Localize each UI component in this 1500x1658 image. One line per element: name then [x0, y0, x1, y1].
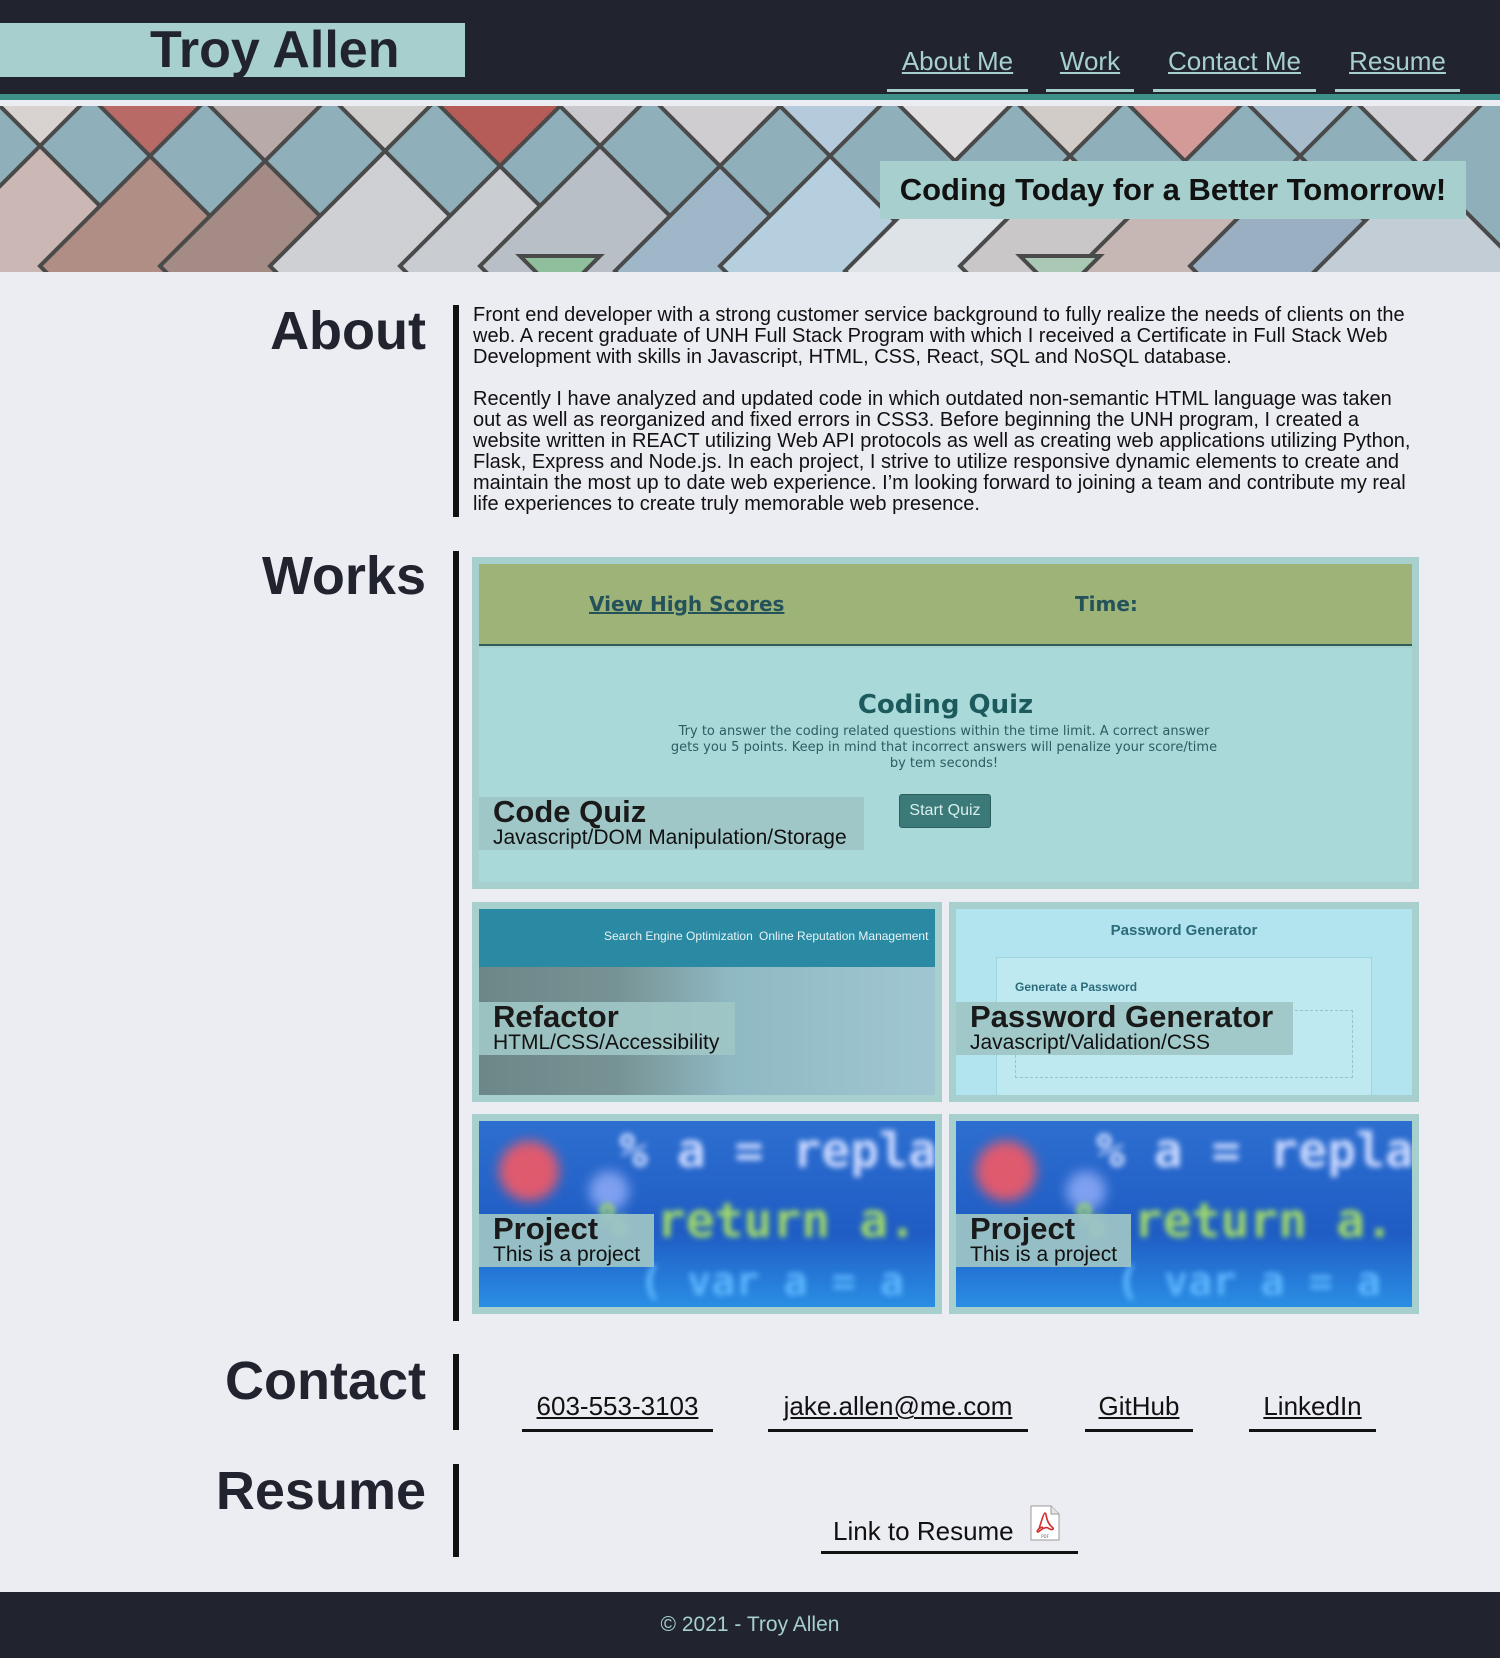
work-card-project-2[interactable]: % a = replace % return a. ( var a = a Pr…: [949, 1114, 1419, 1314]
contact-linkedin-link[interactable]: LinkedIn: [1249, 1388, 1376, 1424]
work-card-label: Code Quiz Javascript/DOM Manipulation/St…: [479, 794, 864, 850]
work-card-label: Project This is a project: [479, 1211, 654, 1267]
nav-about[interactable]: About Me: [887, 42, 1028, 92]
password-preview-box-label: Generate a Password: [1015, 980, 1138, 994]
work-card-password-generator[interactable]: Password Generator Generate a Password P…: [949, 902, 1419, 1102]
contact-github-link[interactable]: GitHub: [1085, 1388, 1193, 1424]
nav-work-link[interactable]: Work: [1046, 42, 1134, 80]
code-image-text: % a = replace: [619, 1123, 935, 1179]
work-card-title: Refactor: [493, 999, 619, 1034]
resume-link[interactable]: Link to Resume PDF: [821, 1502, 1078, 1554]
code-image-text: ( var a = a: [1116, 1259, 1381, 1305]
work-card-label: Password Generator Javascript/Validation…: [956, 999, 1293, 1055]
quiz-preview-high-scores: View High Scores: [589, 592, 785, 616]
refactor-preview-nav: Search Engine Optimization Online Reputa…: [479, 909, 935, 967]
work-card-subtitle: HTML/CSS/Accessibility: [493, 1031, 720, 1054]
code-image-blob: [976, 1141, 1036, 1201]
work-card-subtitle: This is a project: [970, 1243, 1118, 1266]
contact-email-link[interactable]: jake.allen@me.com: [768, 1388, 1028, 1424]
work-card-refactor[interactable]: Search Engine Optimization Online Reputa…: [472, 902, 942, 1102]
project-preview: % a = replace % return a. ( var a = a Pr…: [956, 1121, 1412, 1307]
resume-link-text[interactable]: Link to Resume: [833, 1516, 1014, 1546]
work-card-code-quiz[interactable]: View High Scores Time: Coding Quiz Try t…: [472, 557, 1419, 889]
work-card-title: Code Quiz: [493, 794, 647, 829]
nav-about-link[interactable]: About Me: [887, 42, 1028, 80]
works-heading: Works: [261, 546, 426, 606]
contact-phone[interactable]: 603-553-3103: [522, 1388, 713, 1432]
refactor-preview-nav-item: Online Reputation Management: [759, 929, 929, 943]
code-image-text: ( var a = a: [639, 1259, 904, 1305]
tagline-box: Coding Today for a Better Tomorrow!: [880, 161, 1466, 219]
work-card-subtitle: Javascript/DOM Manipulation/Storage: [493, 826, 847, 849]
code-image-blob: [499, 1141, 559, 1201]
nav-resume-link[interactable]: Resume: [1335, 42, 1460, 80]
contact-email[interactable]: jake.allen@me.com: [768, 1388, 1028, 1432]
work-card-subtitle: Javascript/Validation/CSS: [970, 1031, 1211, 1054]
work-card-label: Project This is a project: [956, 1211, 1131, 1267]
contact-phone-link[interactable]: 603-553-3103: [522, 1388, 713, 1424]
work-card-title: Project: [493, 1211, 599, 1246]
nav-work[interactable]: Work: [1046, 42, 1134, 92]
contact-github[interactable]: GitHub: [1085, 1388, 1193, 1432]
work-card-subtitle: This is a project: [493, 1243, 641, 1266]
hero-banner: Coding Today for a Better Tomorrow!: [0, 106, 1500, 272]
tagline: Coding Today for a Better Tomorrow!: [899, 172, 1447, 207]
nav-resume[interactable]: Resume: [1335, 42, 1460, 92]
project-preview: % a = replace % return a. ( var a = a Pr…: [479, 1121, 935, 1307]
site-footer: © 2021 - Troy Allen: [0, 1592, 1500, 1658]
quiz-preview-header: View High Scores Time:: [479, 564, 1412, 646]
site-header: Troy Allen About Me Work Contact Me Resu…: [0, 0, 1500, 100]
work-card-label: Refactor HTML/CSS/Accessibility: [479, 999, 735, 1055]
main-nav: About Me Work Contact Me Resume: [0, 42, 1500, 92]
refactor-preview: Search Engine Optimization Online Reputa…: [479, 909, 935, 1095]
about-heading: About: [270, 301, 426, 361]
work-card-project-1[interactable]: % a = replace % return a. ( var a = a Pr…: [472, 1114, 942, 1314]
password-preview: Password Generator Generate a Password P…: [956, 909, 1412, 1095]
pdf-icon-label: PDF: [1041, 1534, 1049, 1539]
about-text: Front end developer with a strong custom…: [473, 305, 1423, 515]
code-quiz-preview: View High Scores Time: Coding Quiz Try t…: [479, 564, 1412, 882]
contact-heading: Contact: [225, 1351, 426, 1411]
refactor-preview-nav-item: Search Engine Optimization: [604, 929, 753, 943]
quiz-preview-desc: Try to answer the coding related questio…: [670, 724, 1218, 771]
nav-contact-link[interactable]: Contact Me: [1153, 42, 1316, 80]
works-divider: [453, 551, 459, 1321]
contact-divider: [453, 1354, 459, 1430]
password-preview-title: Password Generator: [1110, 922, 1258, 939]
resume-heading: Resume: [215, 1461, 426, 1521]
resume-divider: [453, 1464, 459, 1557]
about-paragraph-1: Front end developer with a strong custom…: [473, 304, 1405, 368]
about-paragraph-2: Recently I have analyzed and updated cod…: [473, 388, 1411, 515]
contact-linkedin[interactable]: LinkedIn: [1249, 1388, 1376, 1432]
work-card-title: Project: [970, 1211, 1076, 1246]
quiz-preview-start-button: Start Quiz: [899, 794, 991, 828]
work-card-title: Password Generator: [970, 999, 1274, 1034]
quiz-preview-time: Time:: [1075, 592, 1138, 616]
about-divider: [453, 305, 459, 517]
quiz-preview-title: Coding Quiz: [857, 690, 1034, 720]
nav-contact[interactable]: Contact Me: [1153, 42, 1316, 92]
pdf-file-icon[interactable]: PDF: [1030, 1505, 1060, 1541]
footer-copyright: © 2021 - Troy Allen: [660, 1613, 840, 1636]
code-image-text: % a = replace: [1096, 1123, 1412, 1179]
